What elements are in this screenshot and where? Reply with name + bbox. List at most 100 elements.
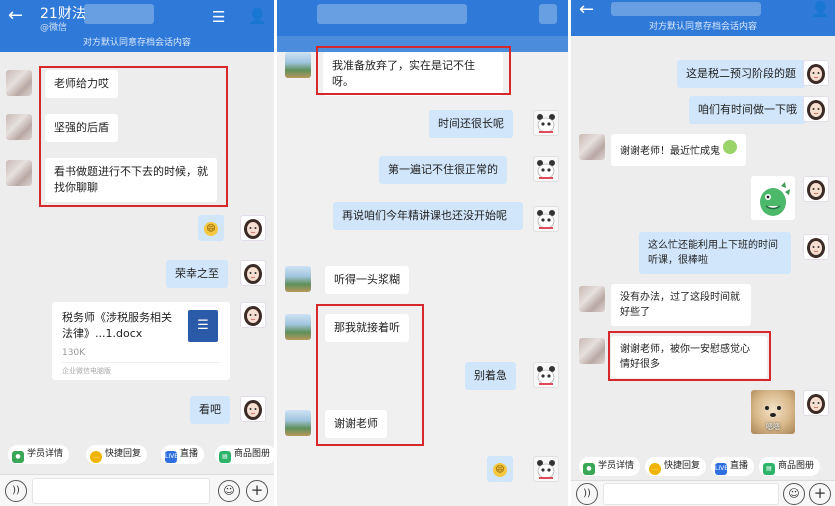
album-icon: ▤ — [763, 463, 775, 475]
teacher-avatar[interactable] — [803, 96, 829, 122]
student-avatar[interactable] — [285, 52, 311, 78]
product-album-button[interactable]: ▤ 商品图册 — [215, 445, 274, 464]
chat-header: ← 21财法 @微信 ☰ 👤 — [0, 0, 274, 36]
dog-sticker[interactable]: 嗯嗯 — [751, 390, 795, 434]
sticker-emoji-icon — [723, 140, 738, 154]
incoming-message[interactable]: 听得一头浆糊 — [325, 266, 409, 294]
input-bar: )) ☺ + — [0, 474, 274, 506]
girl-avatar-icon — [807, 180, 825, 200]
girl-avatar-icon — [807, 394, 825, 414]
message-input[interactable] — [32, 478, 210, 504]
menu-icon[interactable]: ☰ — [212, 8, 225, 26]
redacted-area — [317, 4, 467, 24]
teacher-avatar[interactable] — [803, 390, 829, 416]
plus-icon[interactable]: + — [809, 483, 831, 505]
user-profile-icon[interactable]: 👤 — [811, 0, 830, 18]
panda-avatar-icon — [537, 160, 555, 179]
archive-notice: 对方默认同意存档会话内容 — [0, 36, 274, 52]
chat-panel-1: ← 21财法 @微信 ☰ 👤 对方默认同意存档会话内容 老师给力哎 坚强的后盾 … — [0, 0, 274, 506]
incoming-message[interactable]: 没有办法，过了这段时间就好些了 — [611, 284, 751, 326]
archive-notice: 对方默认同意存档会话内容 — [571, 20, 835, 36]
chat-header: ← 👤 — [571, 0, 835, 20]
teacher-avatar[interactable] — [803, 176, 829, 202]
incoming-message[interactable]: 谢谢老师！最近忙成鬼 — [611, 134, 747, 166]
outgoing-message[interactable]: 再说咱们今年精讲课也还没开始呢 — [333, 202, 523, 230]
contact-avatar[interactable] — [579, 286, 605, 312]
word-document-icon: ☰ — [188, 310, 218, 342]
teacher-avatar[interactable] — [240, 215, 266, 241]
voice-icon[interactable]: )) — [576, 483, 598, 505]
outgoing-message[interactable]: 看吧 — [190, 396, 230, 424]
panda-avatar-icon — [537, 460, 555, 479]
live-icon: LIVE — [165, 451, 178, 463]
redacted-area — [611, 2, 761, 16]
teacher-avatar[interactable] — [803, 234, 829, 260]
live-icon: LIVE — [715, 463, 728, 475]
contact-avatar[interactable] — [6, 160, 32, 186]
chat-panel-2: 我准备放弃了，实在是记不住呀。 时间还很长呢 第一遍记不住很正常的 再说咱们今年… — [277, 0, 568, 506]
file-size: 130K — [62, 348, 86, 358]
product-album-button[interactable]: ▤ 商品图册 — [759, 457, 821, 476]
panda-avatar-icon — [537, 366, 555, 385]
emoji-icon[interactable]: ☺ — [218, 480, 240, 502]
outgoing-message[interactable]: 这么忙还能利用上下班的时间听课，很棒啦 — [639, 232, 791, 274]
sticker-caption: 嗯嗯 — [766, 423, 780, 431]
outgoing-message[interactable]: 时间还很长呢 — [429, 110, 513, 138]
outgoing-message[interactable]: 第一遍记不住很正常的 — [379, 156, 507, 184]
student-avatar[interactable] — [285, 410, 311, 436]
teacher-avatar[interactable] — [240, 396, 266, 422]
outgoing-message[interactable]: 这是税二预习阶段的题 — [677, 60, 805, 88]
teacher-avatar[interactable] — [533, 456, 559, 482]
teacher-avatar[interactable] — [240, 260, 266, 286]
file-message[interactable]: 税务师《涉税服务相关法律》...1.docx ☰ 130K 企业微信电脑版 — [52, 302, 230, 380]
outgoing-message[interactable]: 荣幸之至 — [166, 260, 228, 288]
quick-actions-bar: ● 学员详情 … 快捷回复 LIVE 直播 ▤ 商品图册 — [571, 452, 835, 480]
smile-emoji-icon: 😄 — [493, 463, 507, 477]
outgoing-message[interactable]: 咱们有时间做一下哦 — [689, 96, 806, 124]
live-button[interactable]: LIVE 直播 — [711, 457, 755, 476]
live-button[interactable]: LIVE 直播 — [161, 445, 205, 464]
contact-avatar[interactable] — [579, 134, 605, 160]
file-name: 税务师《涉税服务相关法律》...1.docx — [62, 311, 172, 340]
outgoing-message[interactable]: 别着急 — [465, 362, 516, 390]
highlight-box — [316, 304, 424, 446]
teacher-avatar[interactable] — [803, 60, 829, 86]
user-profile-icon[interactable]: 👤 — [248, 7, 267, 25]
girl-avatar-icon — [244, 400, 262, 420]
student-detail-button[interactable]: ● 学员详情 — [579, 457, 641, 476]
highlight-box — [39, 66, 228, 207]
quick-reply-button[interactable]: … 快捷回复 — [645, 457, 707, 476]
teacher-avatar[interactable] — [533, 362, 559, 388]
back-arrow-icon[interactable]: ← — [579, 0, 594, 20]
student-avatar[interactable] — [285, 266, 311, 292]
message-input[interactable] — [603, 483, 779, 505]
quick-reply-button[interactable]: … 快捷回复 — [86, 445, 148, 464]
dinosaur-sticker-icon — [760, 182, 790, 216]
dinosaur-sticker[interactable] — [751, 176, 795, 220]
highlight-box — [316, 46, 511, 95]
girl-avatar-icon — [807, 238, 825, 258]
teacher-avatar[interactable] — [533, 206, 559, 232]
redacted-area — [539, 4, 557, 24]
student-avatar[interactable] — [285, 314, 311, 340]
girl-avatar-icon — [244, 264, 262, 284]
quick-actions-bar: ● 学员详情 … 快捷回复 LIVE 直播 ▤ 商品图册 — [0, 440, 274, 468]
voice-icon[interactable]: )) — [5, 480, 27, 502]
back-arrow-icon[interactable]: ← — [8, 6, 23, 26]
emoji-icon[interactable]: ☺ — [783, 483, 805, 505]
contact-avatar[interactable] — [6, 70, 32, 96]
outgoing-emoji-message[interactable]: 😄 — [487, 456, 513, 482]
contact-avatar[interactable] — [579, 338, 605, 364]
quick-reply-icon: … — [90, 451, 102, 463]
outgoing-emoji-message[interactable]: 😄 — [198, 215, 224, 241]
teacher-avatar[interactable] — [533, 156, 559, 182]
teacher-avatar[interactable] — [533, 110, 559, 136]
student-detail-button[interactable]: ● 学员详情 — [8, 445, 70, 464]
student-icon: ● — [583, 463, 595, 475]
teacher-avatar[interactable] — [240, 302, 266, 328]
contact-avatar[interactable] — [6, 114, 32, 140]
plus-icon[interactable]: + — [246, 480, 268, 502]
highlight-box — [608, 331, 771, 381]
girl-avatar-icon — [807, 100, 825, 120]
panda-avatar-icon — [537, 114, 555, 133]
